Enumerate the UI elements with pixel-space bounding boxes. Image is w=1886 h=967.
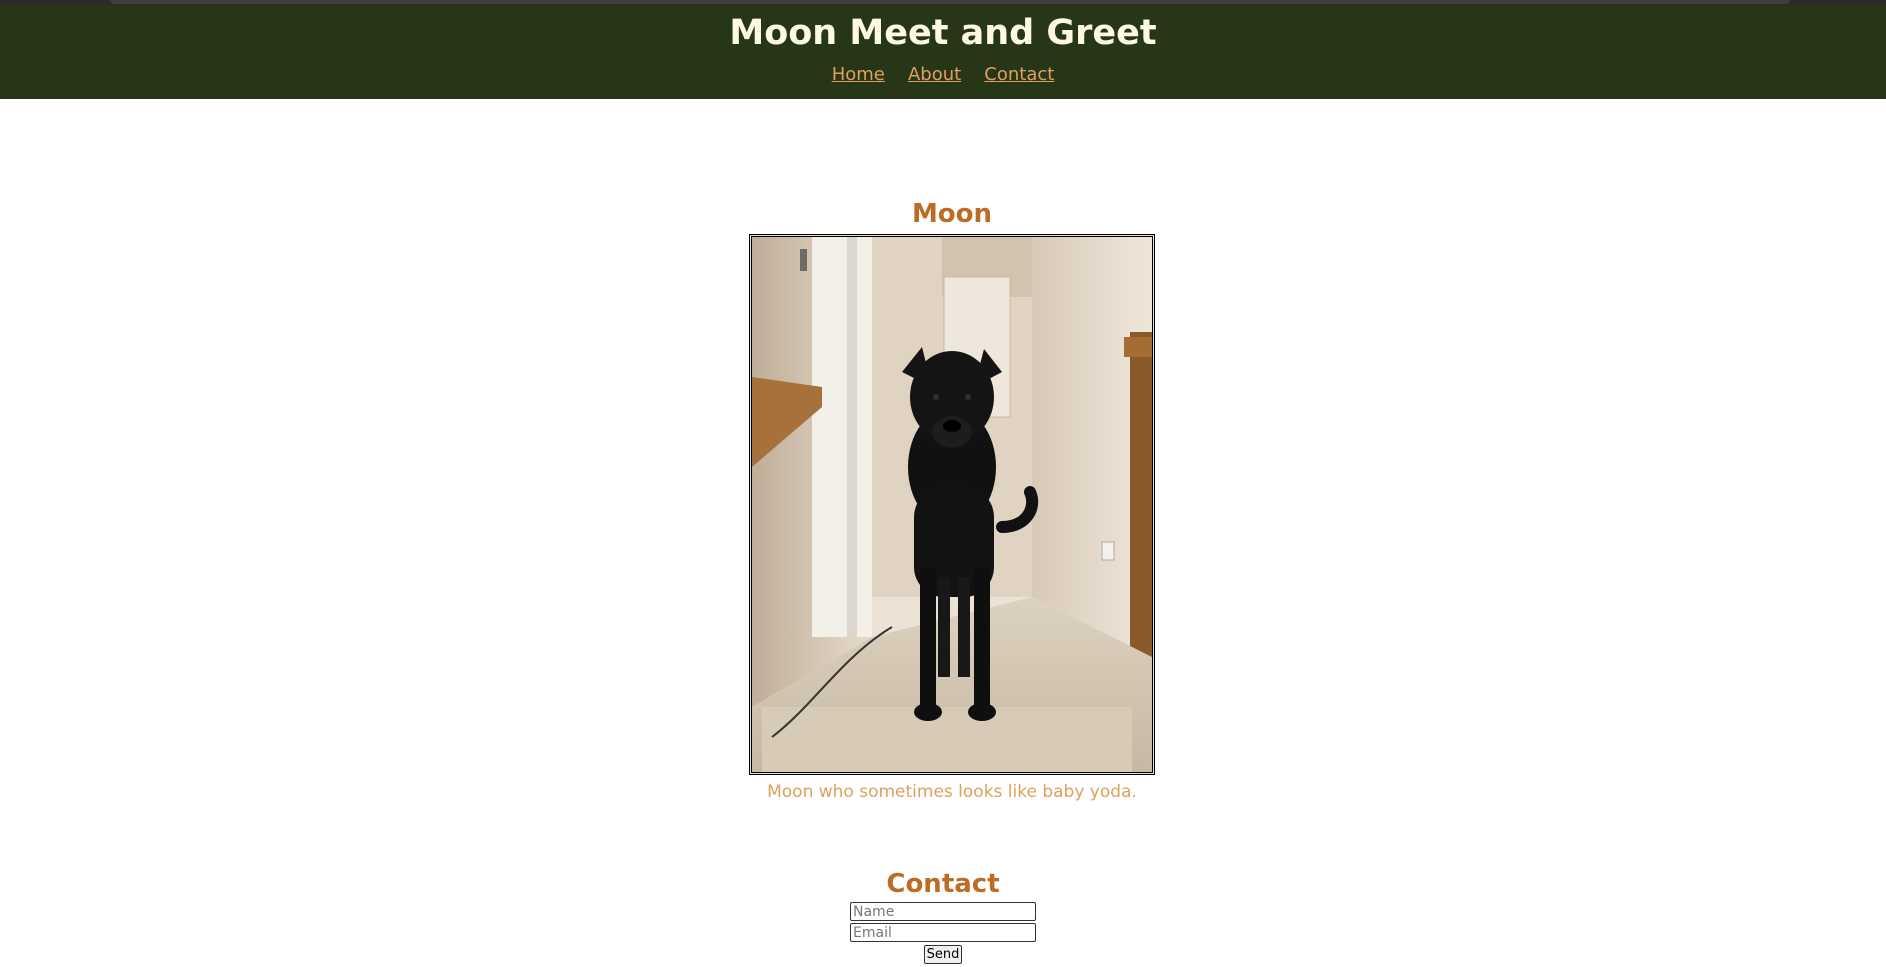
send-button[interactable]: Send	[923, 945, 963, 964]
nav-contact-link[interactable]: Contact	[984, 64, 1054, 85]
main-nav: Home About Contact	[0, 64, 1886, 85]
nav-about-link[interactable]: About	[908, 64, 961, 85]
name-input[interactable]	[850, 902, 1036, 921]
email-input[interactable]	[850, 923, 1036, 942]
dog-caption: Moon who sometimes looks like baby yoda.	[767, 782, 1137, 802]
contact-heading: Contact	[886, 869, 1000, 899]
site-header: Moon Meet and Greet Home About Contact	[0, 6, 1886, 99]
dog-photo-illustration	[752, 237, 1152, 772]
contact-section: Contact Send	[0, 866, 1886, 964]
scroll-edge	[110, 0, 1790, 4]
nav-home-link[interactable]: Home	[832, 64, 885, 85]
site-title: Moon Meet and Greet	[729, 13, 1157, 53]
dog-photo	[749, 234, 1155, 775]
dog-name-heading: Moon	[911, 199, 993, 229]
dog-profile-card: Moon Moon who sometimes looks like baby …	[749, 196, 1155, 802]
